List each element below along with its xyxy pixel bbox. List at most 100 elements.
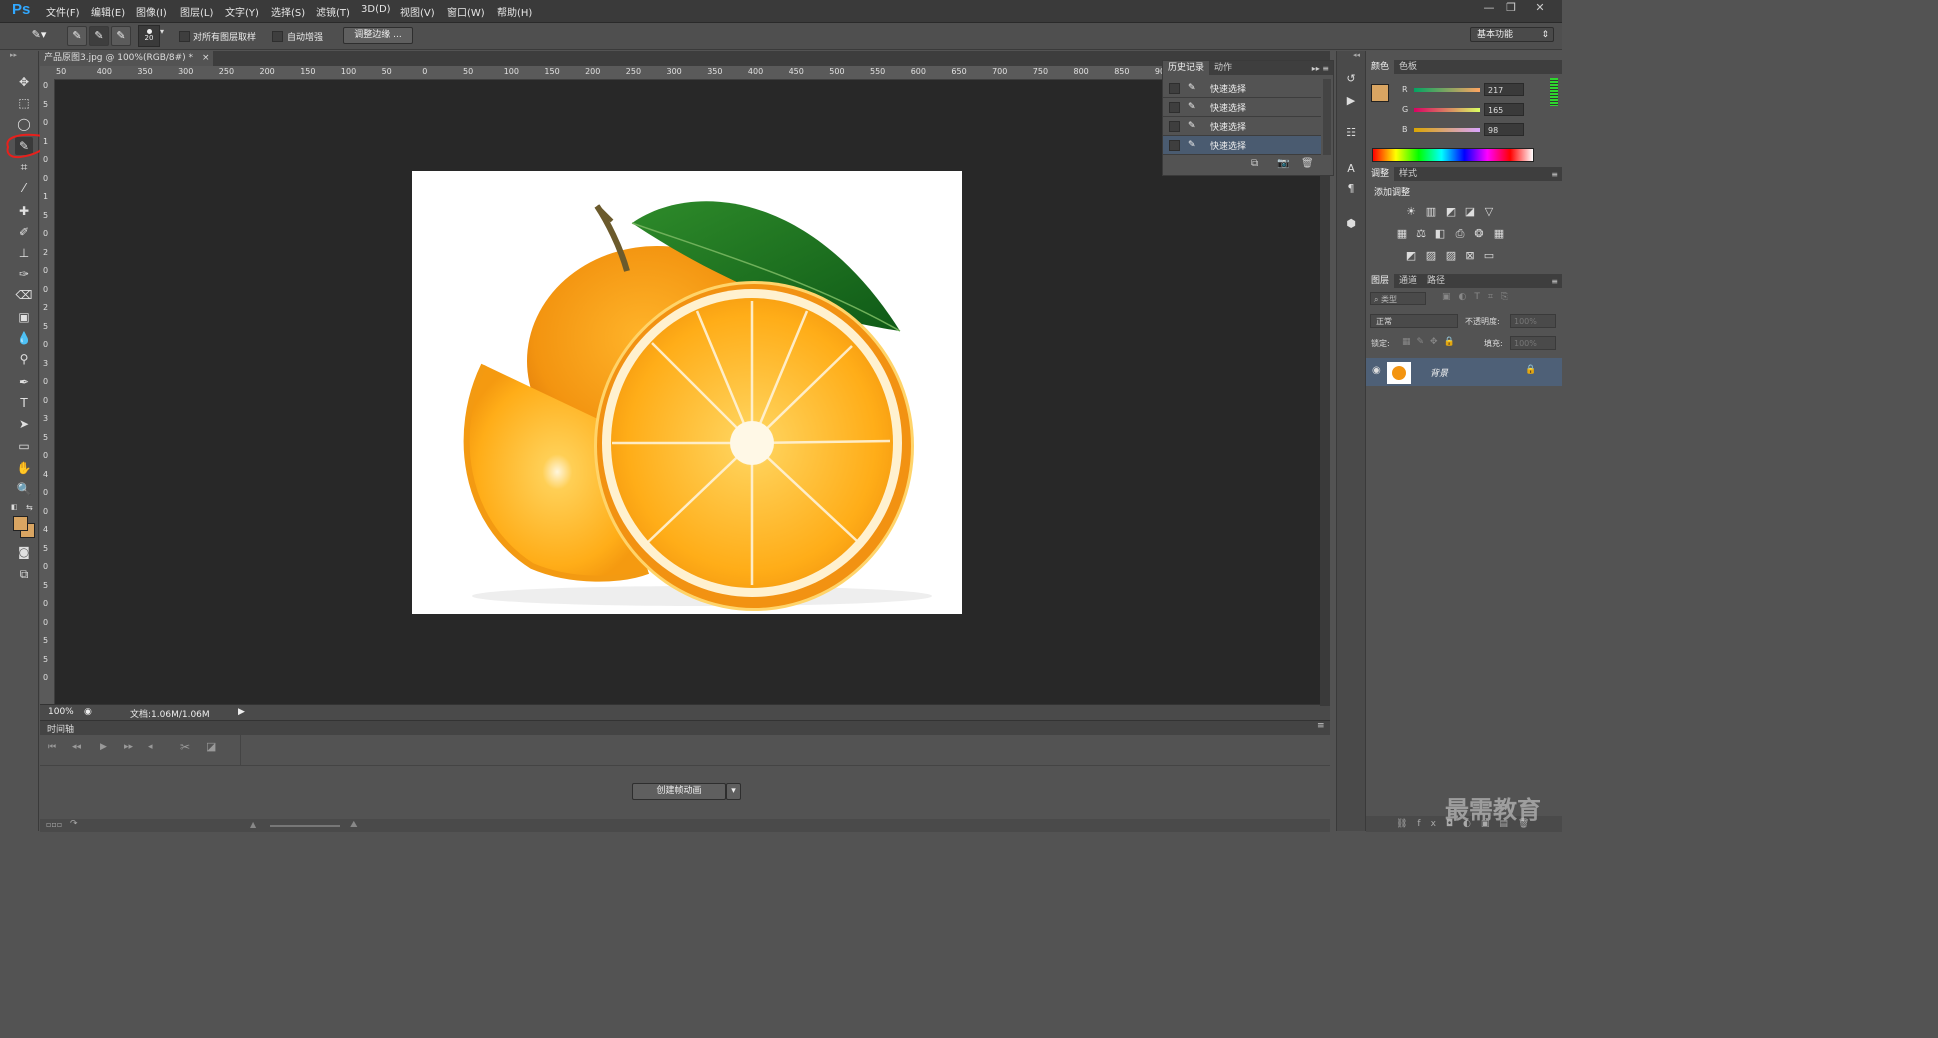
document-image[interactable] [412, 171, 962, 614]
zoom-level[interactable]: 100% [48, 707, 74, 717]
eraser-tool-icon[interactable]: ⌫ [15, 286, 33, 304]
status-info-icon[interactable]: ◉ [84, 707, 92, 717]
layers-menu-icon[interactable]: ≡ [1551, 277, 1562, 286]
audio-icon[interactable]: ◂ [148, 742, 153, 752]
hue-saturation-icon[interactable]: ▦ [1394, 226, 1410, 242]
split-icon[interactable]: ✂ [180, 740, 190, 754]
restore-icon[interactable]: ❐ [1500, 1, 1522, 15]
channel-mixer-icon[interactable]: ❂ [1471, 226, 1487, 242]
tab-styles[interactable]: 样式 [1394, 167, 1422, 181]
close-window-icon[interactable]: ✕ [1529, 1, 1551, 15]
g-slider[interactable] [1414, 108, 1480, 112]
history-item[interactable]: ✎ 快速选择 [1163, 98, 1321, 117]
gradient-map-icon[interactable]: ▭ [1481, 248, 1497, 264]
menu-window[interactable]: 窗口(W) [447, 4, 485, 19]
tab-adjustments[interactable]: 调整 [1366, 167, 1395, 181]
black-white-icon[interactable]: ◧ [1432, 226, 1448, 242]
menu-help[interactable]: 帮助(H) [497, 4, 532, 19]
convert-icon[interactable]: ↷ [70, 819, 78, 829]
history-scrollbar[interactable] [1323, 79, 1331, 155]
workspace-selector[interactable]: 基本功能 ⇕ [1470, 27, 1554, 42]
b-slider[interactable] [1414, 128, 1480, 132]
adjustments-menu-icon[interactable]: ≡ [1551, 170, 1562, 179]
brush-size-picker[interactable]: 20 [138, 25, 160, 47]
vibrance-icon[interactable]: ▽ [1481, 204, 1497, 220]
next-frame-icon[interactable]: ▸▸ [124, 742, 133, 752]
b-value-input[interactable]: 98 [1484, 123, 1524, 136]
invert-icon[interactable]: ◩ [1403, 248, 1419, 264]
photo-filter-icon[interactable]: ⎙ [1452, 226, 1468, 242]
swap-colors-icon[interactable]: ⇆ [26, 503, 33, 512]
ruler-origin[interactable] [40, 66, 56, 80]
quick-mask-icon[interactable]: ◙ [15, 543, 33, 561]
foreground-color-swatch[interactable] [13, 516, 28, 531]
color-lookup-icon[interactable]: ▦ [1491, 226, 1507, 242]
zoom-out-timeline-icon[interactable]: ▲ [250, 820, 256, 829]
exposure-icon[interactable]: ◪ [1462, 204, 1478, 220]
history-item-active[interactable]: ✎ 快速选择 [1163, 136, 1321, 155]
history-snapshot-checkbox[interactable] [1169, 101, 1180, 113]
eye-visibility-icon[interactable]: ◉ [1372, 365, 1381, 376]
healing-brush-tool-icon[interactable]: ✚ [15, 202, 33, 220]
character-panel-icon[interactable]: A [1343, 161, 1359, 177]
blur-tool-icon[interactable]: 💧 [15, 329, 33, 347]
frames-mode-icon[interactable]: ▫▫▫ [46, 820, 62, 829]
menu-select[interactable]: 选择(S) [271, 4, 305, 19]
menu-view[interactable]: 视图(V) [400, 4, 435, 19]
tool-preset-picker[interactable]: ✎▾ [24, 26, 54, 44]
timeline-zoom-slider[interactable] [270, 825, 340, 827]
minimize-icon[interactable]: — [1478, 1, 1500, 15]
history-brush-tool-icon[interactable]: ✑ [15, 265, 33, 283]
history-panel-icon[interactable]: ↺ [1343, 71, 1359, 87]
color-fg-swatch[interactable] [1371, 84, 1389, 102]
color-balance-icon[interactable]: ⚖ [1413, 226, 1429, 242]
timeline-menu-icon[interactable]: ≡ [1317, 721, 1325, 731]
default-colors-icon[interactable]: ◧ [11, 503, 18, 511]
menu-image[interactable]: 图像(I) [136, 4, 167, 19]
tab-paths[interactable]: 路径 [1422, 274, 1450, 288]
actions-panel-icon[interactable]: ▶ [1343, 93, 1359, 109]
eyedropper-tool-icon[interactable]: ⁄ [15, 179, 33, 197]
status-menu-arrow-icon[interactable]: ▶ [238, 707, 245, 717]
prev-frame-icon[interactable]: ◂◂ [72, 742, 81, 752]
tab-swatches[interactable]: 色板 [1394, 60, 1422, 74]
brightness-icon[interactable]: ☀ [1403, 204, 1419, 220]
g-value-input[interactable]: 165 [1484, 103, 1524, 116]
color-spectrum-bar[interactable] [1372, 148, 1534, 162]
history-item[interactable]: ✎ 快速选择 [1163, 117, 1321, 136]
move-tool-icon[interactable]: ✥ [15, 73, 33, 91]
brush-tool-icon[interactable]: ✐ [15, 223, 33, 241]
shape-tool-icon[interactable]: ▭ [15, 437, 33, 455]
auto-enhance-checkbox[interactable] [272, 31, 283, 42]
add-to-selection-icon[interactable]: ✎ [89, 26, 109, 46]
create-animation-dropdown-icon[interactable]: ▾ [726, 783, 741, 800]
clone-stamp-tool-icon[interactable]: ⊥ [15, 244, 33, 262]
paragraph-panel-icon[interactable]: ¶ [1343, 181, 1359, 197]
subtract-from-selection-icon[interactable]: ✎ [111, 26, 131, 46]
lock-icons[interactable]: ▦✎✥🔒 [1402, 337, 1461, 347]
create-frame-animation-button[interactable]: 创建帧动画 [632, 783, 726, 800]
blend-mode-select[interactable]: 正常 [1370, 314, 1458, 328]
menu-type[interactable]: 文字(Y) [225, 4, 259, 19]
type-tool-icon[interactable]: T [15, 394, 33, 412]
properties-panel-icon[interactable]: ☷ [1343, 125, 1359, 141]
tab-actions[interactable]: 动作 [1209, 61, 1237, 75]
curves-icon[interactable]: ◩ [1443, 204, 1459, 220]
history-item[interactable]: ✎ 快速选择 [1163, 79, 1321, 98]
tab-color[interactable]: 颜色 [1366, 60, 1395, 74]
play-icon[interactable]: ▶ [100, 742, 107, 752]
refine-edge-button[interactable]: 调整边缘 ... [343, 27, 413, 44]
menu-layer[interactable]: 图层(L) [180, 4, 213, 19]
expand-panels-icon[interactable]: ◂◂ [1353, 51, 1360, 59]
delete-state-icon[interactable]: 🗑 [1301, 158, 1314, 169]
opacity-input[interactable]: 100% [1510, 314, 1556, 328]
zoom-in-timeline-icon[interactable]: ⛰ [350, 820, 358, 830]
r-slider[interactable] [1414, 88, 1480, 92]
menu-file[interactable]: 文件(F) [46, 4, 80, 19]
menu-3d[interactable]: 3D(D) [361, 4, 391, 15]
tab-history[interactable]: 历史记录 [1163, 61, 1210, 75]
menu-filter[interactable]: 滤镜(T) [316, 4, 350, 19]
timeline-title[interactable]: 时间轴 [47, 722, 74, 735]
layer-row-background[interactable]: ◉ 背景 🔒 [1366, 358, 1562, 386]
new-selection-icon[interactable]: ✎ [67, 26, 87, 46]
